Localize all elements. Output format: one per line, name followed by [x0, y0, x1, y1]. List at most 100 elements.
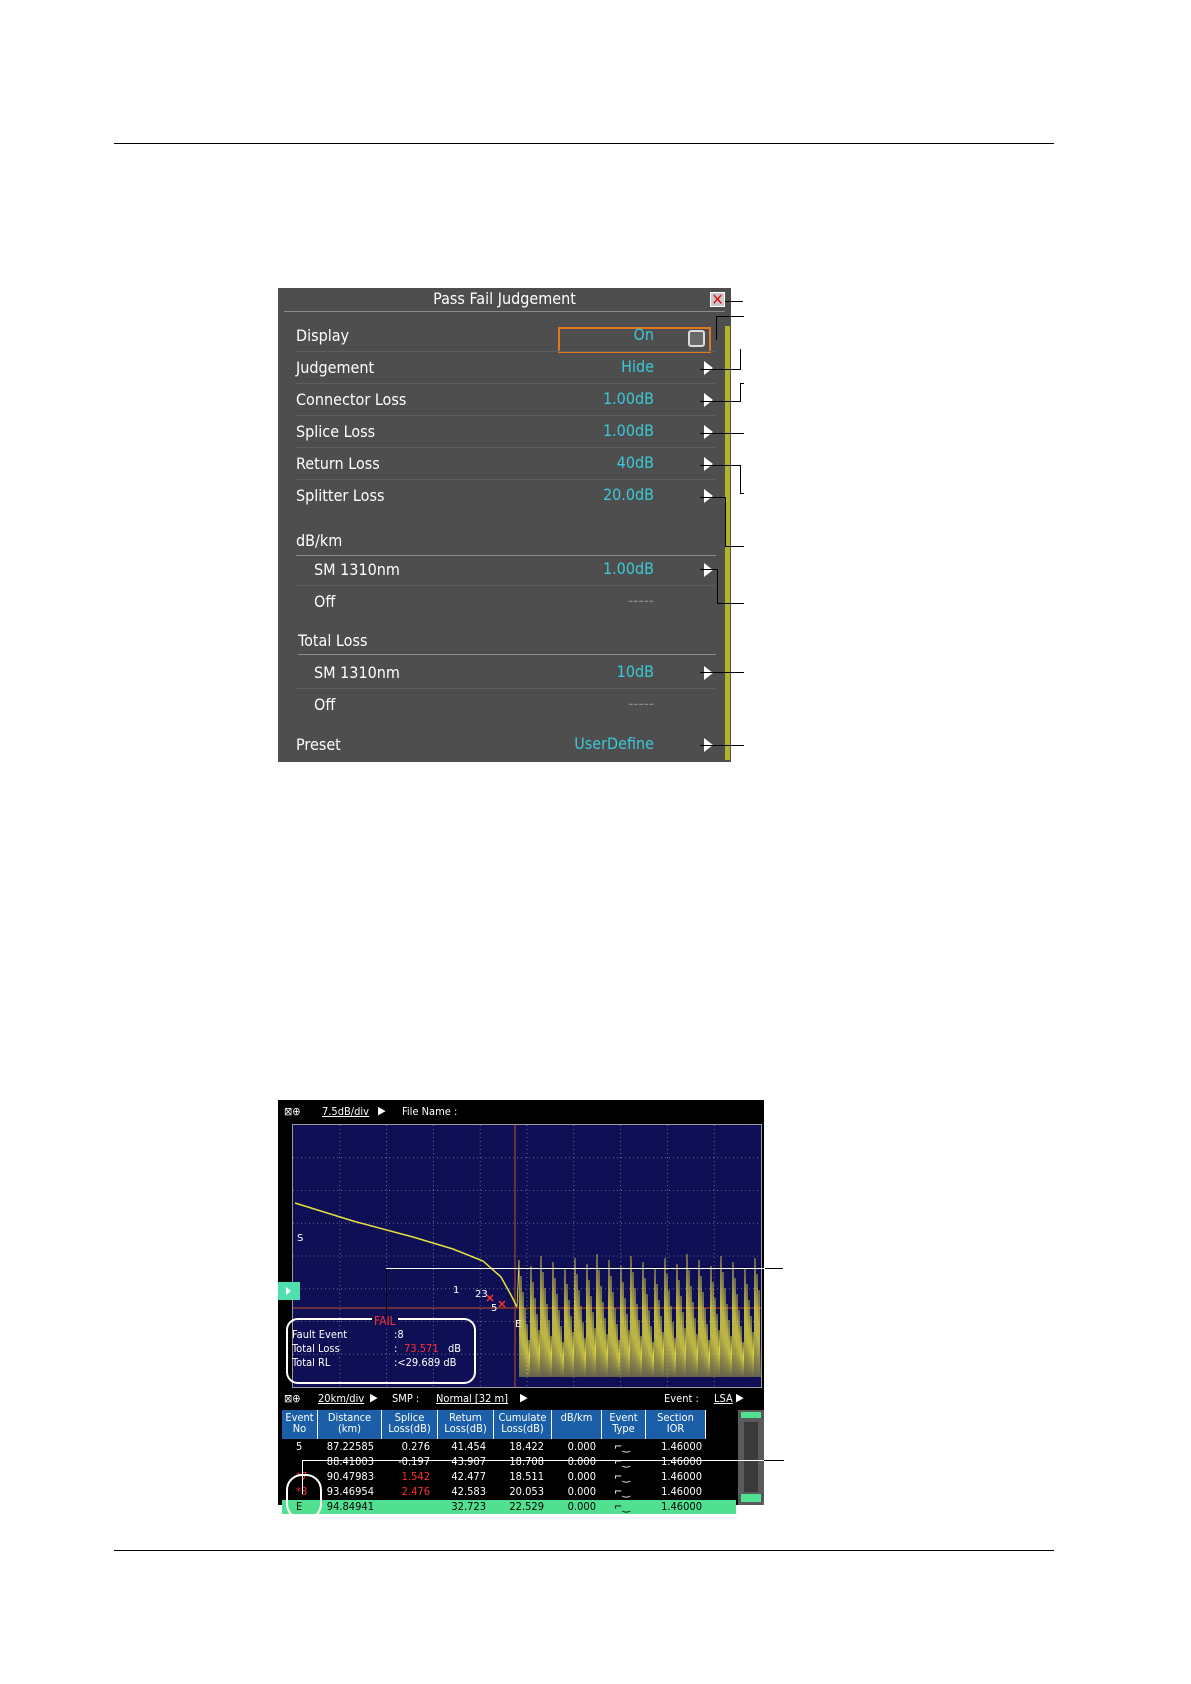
total-loss-sep: :	[394, 1342, 398, 1355]
table-cell: 1.46000	[661, 1470, 702, 1483]
fault-event-value: :8	[394, 1328, 404, 1341]
fault-event-label: Fault Event	[292, 1328, 348, 1341]
callout-line	[700, 401, 741, 402]
callout-line	[740, 465, 741, 493]
table-cell: 1.46000	[661, 1485, 702, 1498]
expand-tab[interactable]	[278, 1282, 300, 1300]
callout-line	[700, 369, 741, 370]
event-marker-label: S	[297, 1233, 303, 1244]
table-cell: 41.454	[451, 1440, 486, 1453]
table-row[interactable]: *790.479831.54242.47718.5110.000⌐‿1.4600…	[282, 1470, 736, 1484]
table-cell: 1.46000	[661, 1500, 702, 1513]
total-sm1310-label: SM 1310nm	[314, 663, 400, 682]
arrow-right-icon	[704, 425, 713, 439]
db-scale[interactable]: 7.5dB/div	[322, 1105, 369, 1118]
table-cell: 42.477	[451, 1470, 486, 1483]
splice-loss-row[interactable]: Splice Loss 1.00dB	[296, 416, 716, 448]
table-scrollbar[interactable]	[738, 1410, 764, 1505]
total-loss-divider	[298, 654, 716, 655]
total-rl-value: :<29.689 dB	[394, 1356, 457, 1369]
table-cell: -0.197	[398, 1455, 430, 1468]
table-cell: 0.000	[567, 1500, 596, 1513]
callout-line	[700, 745, 744, 746]
arrow-right-icon	[704, 457, 713, 471]
table-cell: 0.000	[567, 1440, 596, 1453]
total-sm1310-row[interactable]: SM 1310nm 10dB	[296, 657, 716, 689]
dbkm-header: dB/km	[296, 531, 343, 550]
table-cell: 42.583	[451, 1485, 486, 1498]
preset-label: Preset	[296, 735, 341, 754]
table-cell: 1.46000	[661, 1455, 702, 1468]
display-row[interactable]: Display On	[296, 320, 716, 352]
col-header-event-no[interactable]: Event No	[282, 1410, 318, 1439]
total-off-value: -----	[628, 694, 654, 713]
table-cell: 20.053	[509, 1485, 544, 1498]
event-marker-label: E	[515, 1319, 521, 1330]
otdr-screen: ⊠⊕ 7.5dB/div ▶ File Name : S 1 23 5 E FAIL F…	[278, 1100, 764, 1514]
total-loss-value: 73.571	[404, 1342, 439, 1355]
return-loss-label: Return Loss	[296, 454, 380, 473]
judgement-row[interactable]: Judgement Hide	[296, 352, 716, 384]
arrow-right-icon	[704, 393, 713, 407]
event-marker-label: 5	[491, 1303, 497, 1314]
preset-row[interactable]: Preset UserDefine	[296, 729, 713, 761]
table-cell: 87.22585	[326, 1440, 374, 1453]
event-marker-label: 23	[475, 1289, 488, 1300]
event-value[interactable]: LSA	[714, 1392, 733, 1405]
table-row[interactable]: 5 87.22585 0.276 41.454 18.422 0.000 ⌐‿ 1.46000	[282, 1440, 736, 1454]
col-header-splice-loss[interactable]: Splice Loss(dB)	[382, 1410, 438, 1439]
event-marker-label: 1	[453, 1285, 459, 1296]
bottom-rule	[114, 1550, 1054, 1551]
table-cell: 43.907	[451, 1455, 486, 1468]
col-header-return-loss[interactable]: Return Loss(dB)	[438, 1410, 494, 1439]
table-cell: 0.276	[401, 1440, 430, 1453]
col-header-event-type[interactable]: Event Type	[602, 1410, 646, 1439]
smp-value[interactable]: Normal [32 m]	[436, 1392, 508, 1405]
total-loss-unit: dB	[448, 1342, 462, 1355]
connector-loss-label: Connector Loss	[296, 390, 407, 409]
callout-line	[717, 569, 718, 603]
arrow-right-icon: ▶	[378, 1104, 386, 1117]
arrow-right-icon	[704, 361, 713, 375]
dialog-title: Pass Fail Judgement	[433, 289, 576, 308]
table-row[interactable]: 88.41003 -0.197 43.907 18.708 0.000 ⌐‿ 1.46000	[282, 1455, 736, 1469]
zoom-db-icon[interactable]: ⊠⊕	[284, 1105, 301, 1118]
return-loss-value: 40dB	[616, 453, 654, 472]
result-summary: FAIL Fault Event :8 Total Loss : 73.571 …	[286, 1314, 476, 1384]
splitter-loss-label: Splitter Loss	[296, 486, 385, 505]
callout-line	[740, 349, 741, 369]
callout-line	[716, 316, 744, 317]
arrow-right-icon: ▶	[736, 1391, 744, 1404]
callout-line	[386, 1268, 387, 1318]
event-label: Event :	[664, 1392, 699, 1405]
table-cell: 0.000	[567, 1485, 596, 1498]
table-cell: 2.476	[401, 1485, 430, 1498]
table-row[interactable]: *893.469542.47642.58320.0530.000⌐‿1.4600…	[282, 1485, 736, 1499]
arrow-right-icon	[704, 563, 713, 577]
col-header-section-ior[interactable]: Section IOR	[646, 1410, 706, 1439]
connector-loss-row[interactable]: Connector Loss 1.00dB	[296, 384, 716, 416]
callout-line	[765, 1268, 783, 1269]
dbkm-sm1310-row[interactable]: SM 1310nm 1.00dB	[296, 554, 716, 586]
dbkm-off-label: Off	[314, 592, 336, 611]
callout-line	[700, 569, 718, 570]
col-header-cumulate-loss[interactable]: Cumulate Loss(dB)	[494, 1410, 552, 1439]
km-scale[interactable]: 20km/div	[318, 1392, 364, 1405]
connector-loss-value: 1.00dB	[602, 389, 654, 408]
arrow-right-icon: ▶	[520, 1391, 528, 1404]
splitter-loss-row[interactable]: Splitter Loss 20.0dB	[296, 480, 713, 512]
col-header-dbkm[interactable]: dB/km	[552, 1410, 602, 1439]
return-loss-row[interactable]: Return Loss 40dB	[296, 448, 716, 480]
arrow-right-icon: ▶	[370, 1391, 378, 1404]
col-header-distance[interactable]: Distance (km)	[318, 1410, 382, 1439]
file-name-label: File Name :	[402, 1105, 458, 1118]
close-icon[interactable]: ✕	[710, 290, 725, 309]
splice-loss-value: 1.00dB	[602, 421, 654, 440]
zoom-km-icon[interactable]: ⊠⊕	[284, 1392, 301, 1405]
table-row[interactable]: E 94.84941 32.723 22.529 0.000 ⌐‿ 1.46000	[282, 1500, 736, 1514]
dbkm-sm1310-label: SM 1310nm	[314, 560, 400, 579]
judgement-value: Hide	[621, 357, 654, 376]
callout-line	[764, 1460, 784, 1461]
title-divider	[284, 311, 725, 312]
event-type-icon: ⌐‿	[614, 1470, 631, 1483]
